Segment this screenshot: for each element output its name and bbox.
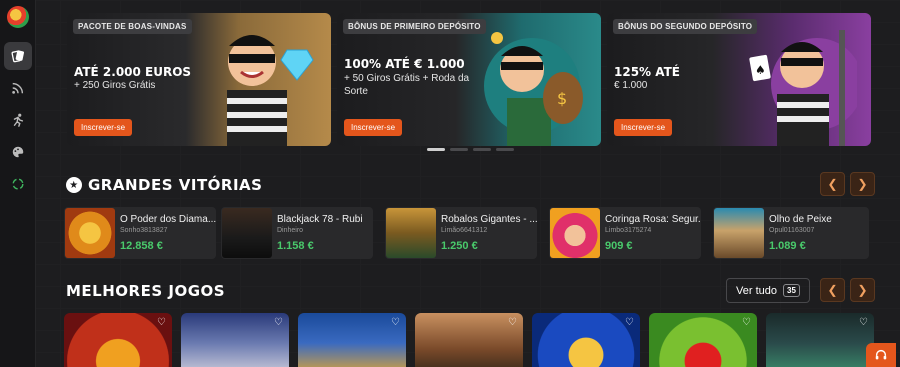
banner-tag: BÔNUS DO SEGUNDO DEPÓSITO [613, 19, 758, 34]
win-username: Sonho3813827 [120, 227, 168, 234]
robber-moneybag-illustration: $ [484, 32, 583, 146]
sidebar-item-casino[interactable] [3, 42, 32, 70]
signup-button[interactable]: Inscrever-se [344, 119, 403, 136]
promo-banner-first-deposit[interactable]: $ BÔNUS DE PRIMEIRO DEPÓSITO 100% ATÉ € … [337, 13, 601, 146]
svg-text:♠: ♠ [755, 63, 766, 77]
sidebar-item-sports[interactable] [4, 106, 32, 134]
game-tile[interactable]: ♡ [298, 313, 406, 367]
promo-banner-second-deposit[interactable]: ♠ BÔNUS DO SEGUNDO DEPÓSITO 125% ATÉ € 1… [607, 13, 871, 146]
win-username: Limbo3175274 [605, 227, 652, 234]
chevron-right-icon: ❯ [857, 283, 868, 297]
banner-subtitle: + 50 Giros Grátis + Roda da Sorte [344, 73, 470, 97]
game-tile[interactable]: ♡ [649, 313, 757, 367]
big-win-card[interactable]: O Poder dos Diama... Sonho3813827 12.858… [64, 207, 216, 259]
heart-icon[interactable]: ♡ [508, 317, 517, 328]
best-games-title: MELHORES JOGOS [66, 282, 226, 300]
big-win-card[interactable]: Robalos Gigantes - ... Limão6641312 1.25… [385, 207, 537, 259]
banner-title: 125% ATÉ [614, 65, 680, 79]
win-amount: 1.158 € [277, 240, 314, 252]
robber-cards-illustration: ♠ [749, 30, 857, 146]
game-thumbnail [65, 208, 115, 258]
sidebar-item-virtual[interactable] [4, 138, 32, 166]
support-button[interactable] [866, 343, 896, 367]
headset-icon [875, 349, 887, 360]
win-amount: 909 € [605, 240, 633, 252]
recycle-icon [11, 178, 24, 190]
win-amount: 1.089 € [769, 240, 806, 252]
game-thumbnail [714, 208, 764, 258]
win-game-name: Blackjack 78 - Rubi [277, 214, 363, 225]
chevron-right-icon: ❯ [857, 177, 868, 191]
star-icon: ★ [66, 177, 82, 193]
game-thumbnail [550, 208, 600, 258]
chevron-left-icon: ❮ [827, 283, 838, 297]
best-games-next-button[interactable]: ❯ [850, 278, 875, 302]
carousel-dot[interactable] [450, 148, 468, 151]
carousel-dot[interactable] [427, 148, 445, 151]
view-all-label: Ver tudo [736, 284, 778, 297]
sidebar [0, 0, 36, 367]
heart-icon[interactable]: ♡ [391, 317, 400, 328]
big-wins-prev-button[interactable]: ❮ [820, 172, 845, 196]
game-tile[interactable]: ♡ [415, 313, 523, 367]
heart-icon[interactable]: ♡ [157, 317, 166, 328]
carousel-dot[interactable] [473, 148, 491, 151]
carousel-indicators [427, 148, 514, 151]
big-wins-next-button[interactable]: ❯ [850, 172, 875, 196]
heart-icon[interactable]: ♡ [274, 317, 283, 328]
heart-icon[interactable]: ♡ [625, 317, 634, 328]
promo-carousel: PACOTE DE BOAS-VINDAS ATÉ 2.000 EUROS + … [67, 13, 871, 146]
game-tile[interactable]: ♡ [181, 313, 289, 367]
win-amount: 12.858 € [120, 240, 163, 252]
sidebar-item-live[interactable] [4, 74, 32, 102]
win-username: Opul01163007 [769, 227, 815, 234]
game-thumbnail [386, 208, 436, 258]
heart-icon[interactable]: ♡ [742, 317, 751, 328]
running-icon [13, 113, 23, 127]
game-tile[interactable]: ♡ [766, 313, 874, 367]
games-count-badge: 35 [783, 284, 800, 297]
win-username: Limão6641312 [441, 227, 488, 234]
banner-subtitle: + 250 Giros Grátis [74, 80, 156, 91]
chevron-left-icon: ❮ [827, 177, 838, 191]
view-all-button[interactable]: Ver tudo 35 [726, 278, 810, 303]
carousel-dot[interactable] [496, 148, 514, 151]
robber-diamond-illustration [227, 35, 314, 146]
sidebar-item-responsible[interactable] [4, 170, 32, 198]
live-signal-icon [11, 82, 23, 94]
win-username: Dinheiro [277, 227, 304, 234]
big-wins-heading: ★ GRANDES VITÓRIAS [66, 176, 262, 194]
cards-icon [11, 50, 24, 63]
game-tile[interactable]: ♡ [64, 313, 172, 367]
banner-tag: BÔNUS DE PRIMEIRO DEPÓSITO [343, 19, 486, 34]
promo-banner-welcome[interactable]: PACOTE DE BOAS-VINDAS ATÉ 2.000 EUROS + … [67, 13, 331, 146]
big-win-card[interactable]: Olho de Peixe Opul01163007 1.089 € [713, 207, 869, 259]
win-amount: 1.250 € [441, 240, 478, 252]
banner-title: ATÉ 2.000 EUROS [74, 65, 192, 79]
big-win-card[interactable]: Coringa Rosa: Segur... Limbo3175274 909 … [549, 207, 701, 259]
win-game-name: Coringa Rosa: Segur... [605, 214, 701, 225]
palette-icon [12, 146, 23, 158]
svg-text:$: $ [557, 89, 567, 108]
game-tile[interactable]: ♡ [532, 313, 640, 367]
signup-button[interactable]: Inscrever-se [614, 119, 673, 136]
win-game-name: O Poder dos Diama... [120, 214, 216, 225]
signup-button[interactable]: Inscrever-se [74, 119, 133, 136]
big-wins-title: GRANDES VITÓRIAS [88, 176, 263, 194]
banner-title: 100% ATÉ € 1.000 [344, 57, 465, 71]
banner-tag: PACOTE DE BOAS-VINDAS [73, 19, 192, 34]
game-thumbnail [222, 208, 272, 258]
heart-icon[interactable]: ♡ [859, 317, 868, 328]
brand-logo[interactable] [6, 6, 29, 28]
best-games-prev-button[interactable]: ❮ [820, 278, 845, 302]
win-game-name: Olho de Peixe [769, 214, 832, 225]
win-game-name: Robalos Gigantes - ... [441, 214, 537, 225]
banner-subtitle: € 1.000 [614, 80, 648, 91]
big-win-card[interactable]: Blackjack 78 - Rubi Dinheiro 1.158 € [221, 207, 373, 259]
